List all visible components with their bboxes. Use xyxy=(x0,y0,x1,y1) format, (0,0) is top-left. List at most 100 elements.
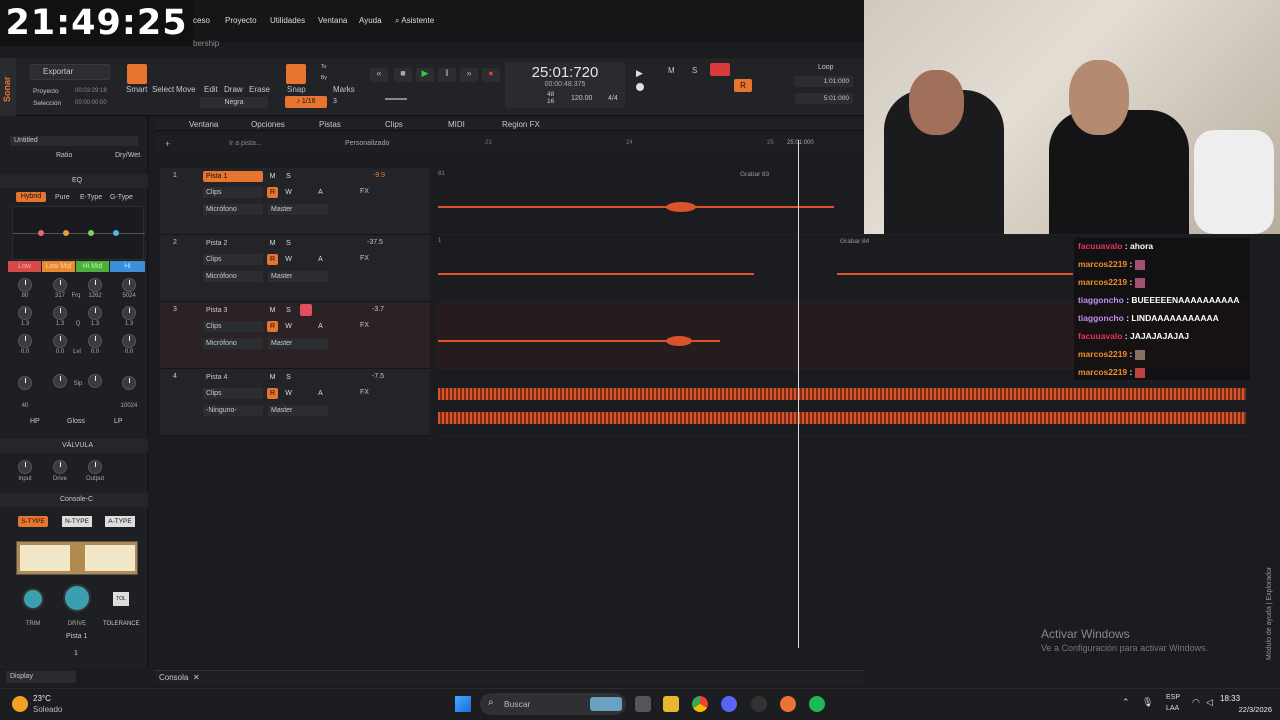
tool-edit[interactable]: Edit xyxy=(204,85,218,94)
marks-label[interactable]: Marks xyxy=(333,85,355,94)
valvula-drive-knob[interactable] xyxy=(53,460,67,474)
track-2-solo[interactable]: S xyxy=(283,238,294,249)
chrome-icon[interactable] xyxy=(692,696,708,712)
track-1-fx[interactable]: FX xyxy=(360,188,369,195)
console-trim-knob[interactable] xyxy=(22,588,44,610)
lang-layout[interactable]: LAA xyxy=(1166,705,1179,712)
track-4-name[interactable]: Pista 4 xyxy=(203,372,263,383)
eq-q-knob-4[interactable] xyxy=(122,306,136,320)
eq-freq-knob-1[interactable] xyxy=(18,278,32,292)
track-4-solo[interactable]: S xyxy=(283,372,294,383)
console-ntype[interactable]: N-TYPE xyxy=(62,516,92,527)
track-1-name[interactable]: Pista 1 xyxy=(203,171,263,182)
valvula-header[interactable]: VÁLVULA xyxy=(0,439,148,453)
eq-q-knob-3[interactable] xyxy=(88,306,102,320)
track-3-clips[interactable]: Clips xyxy=(203,321,263,332)
clip-grabar-83[interactable]: Grabar 83 xyxy=(740,171,769,178)
track-2-auto[interactable]: A xyxy=(315,254,326,265)
lang-code[interactable]: ESP xyxy=(1166,694,1180,701)
track-4[interactable]: 4 Pista 4 M S -7.5 Clips R W A FX -Ningu… xyxy=(160,369,430,436)
valvula-input-knob[interactable] xyxy=(18,460,32,474)
play-mode-icon[interactable]: ▶ xyxy=(636,68,644,78)
eq-q-knob-1[interactable] xyxy=(18,306,32,320)
track-3-solo[interactable]: S xyxy=(283,305,294,316)
console-drive-knob[interactable] xyxy=(63,584,91,612)
band-himid[interactable]: Hi Mid xyxy=(76,261,109,272)
track-1-auto[interactable]: A xyxy=(315,187,326,198)
trackmenu-pistas[interactable]: Pistas xyxy=(319,120,341,129)
transport-time[interactable]: 25:01:720 xyxy=(505,64,625,81)
eq-gloss-label[interactable]: Gloss xyxy=(67,418,85,425)
track-1-mute[interactable]: M xyxy=(267,171,278,182)
eq-node-hi[interactable] xyxy=(113,230,119,236)
band-low[interactable]: Low xyxy=(8,261,41,272)
tray-date[interactable]: 22/3/2026 xyxy=(1239,705,1272,714)
export-button[interactable]: Exportar xyxy=(30,64,110,80)
eq-lvl-knob-2[interactable] xyxy=(53,334,67,348)
tray-time[interactable]: 18:33 xyxy=(1220,694,1240,703)
menu-proyecto[interactable]: Proyecto xyxy=(225,16,257,25)
eq-header[interactable]: EQ xyxy=(0,174,148,188)
eq-q-knob-2[interactable] xyxy=(53,306,67,320)
view-preset[interactable]: Personalizado xyxy=(345,140,389,147)
display-dropdown[interactable]: Display xyxy=(6,671,76,683)
stop-button[interactable]: ■ xyxy=(394,68,412,82)
track-1[interactable]: 1 Pista 1 M S -9.9 Clips R W A FX Micróf… xyxy=(160,168,430,235)
track-3-input[interactable]: Micrófono xyxy=(203,338,263,349)
track-3-auto[interactable]: A xyxy=(315,321,326,332)
eq-mode-pure[interactable]: Pure xyxy=(55,194,70,201)
eq-curve-display[interactable] xyxy=(12,206,145,260)
weather-sun-icon[interactable] xyxy=(12,696,28,712)
eq-freq-knob-2[interactable] xyxy=(53,278,67,292)
eq-slope-knob-2[interactable] xyxy=(88,374,102,388)
eq-freq-knob-4[interactable] xyxy=(122,278,136,292)
tool-draw[interactable]: Draw xyxy=(224,85,243,94)
mute-all-button[interactable]: M xyxy=(668,66,675,75)
consola-tab[interactable]: Consola xyxy=(159,673,188,682)
smart-tool-button[interactable] xyxy=(127,64,147,84)
band-lowmid[interactable]: Low Mid xyxy=(42,261,75,272)
note-dropdown[interactable]: Negra xyxy=(200,97,268,108)
volume-icon[interactable]: ◁ xyxy=(1206,697,1213,708)
rewind-button[interactable]: « xyxy=(370,68,388,82)
tool-select[interactable]: Select xyxy=(152,85,174,94)
scrub-slider[interactable] xyxy=(385,98,407,100)
track-1-output[interactable]: Master xyxy=(268,204,328,215)
sonar-taskbar-icon[interactable] xyxy=(780,696,796,712)
tray-chevron-icon[interactable]: ⌃ xyxy=(1122,697,1130,708)
track-3-mute[interactable]: M xyxy=(267,305,278,316)
console-atype[interactable]: A-TYPE xyxy=(105,516,135,527)
fast-forward-button[interactable]: » xyxy=(460,68,478,82)
record-arm-button[interactable] xyxy=(710,63,730,76)
goto-track-field[interactable]: Ir a pista... xyxy=(229,140,262,147)
track-3-output[interactable]: Master xyxy=(268,338,328,349)
menu-ayuda[interactable]: Ayuda xyxy=(359,16,382,25)
playhead-line[interactable] xyxy=(798,140,799,648)
play-button[interactable]: ▶ xyxy=(416,68,434,82)
wifi-icon[interactable]: ◠ xyxy=(1192,697,1200,708)
track-1-solo[interactable]: S xyxy=(283,171,294,182)
track-3-read[interactable]: R xyxy=(267,321,278,332)
track-2-output[interactable]: Master xyxy=(268,271,328,282)
track-3-record-armed[interactable] xyxy=(300,304,312,316)
eq-node-low[interactable] xyxy=(38,230,44,236)
track-4-auto[interactable]: A xyxy=(315,388,326,399)
eq-mode-gtype[interactable]: G-Type xyxy=(110,194,133,201)
eq-freq-knob-3[interactable] xyxy=(88,278,102,292)
snap-button[interactable] xyxy=(286,64,306,84)
track-3-name[interactable]: Pista 3 xyxy=(203,305,263,316)
tool-smart[interactable]: Smart xyxy=(126,85,147,94)
eq-lvl-knob-4[interactable] xyxy=(122,334,136,348)
track-3-write[interactable]: W xyxy=(283,321,294,332)
eq-lvl-knob-1[interactable] xyxy=(18,334,32,348)
menu-utilidades[interactable]: Utilidades xyxy=(270,16,305,25)
track-2-read[interactable]: R xyxy=(267,254,278,265)
track-2-mute[interactable]: M xyxy=(267,238,278,249)
meter-value[interactable]: 4/4 xyxy=(608,95,618,102)
menu-asistente[interactable]: ⌕ Asistente xyxy=(395,16,434,26)
track-2-input[interactable]: Micrófono xyxy=(203,271,263,282)
menu-ventana[interactable]: Ventana xyxy=(318,16,347,25)
snap-value[interactable]: ♪ 1/16 xyxy=(285,96,327,108)
side-help-tab[interactable]: Módulo de ayuda | Explorador xyxy=(1266,567,1273,660)
eq-node-himid[interactable] xyxy=(88,230,94,236)
